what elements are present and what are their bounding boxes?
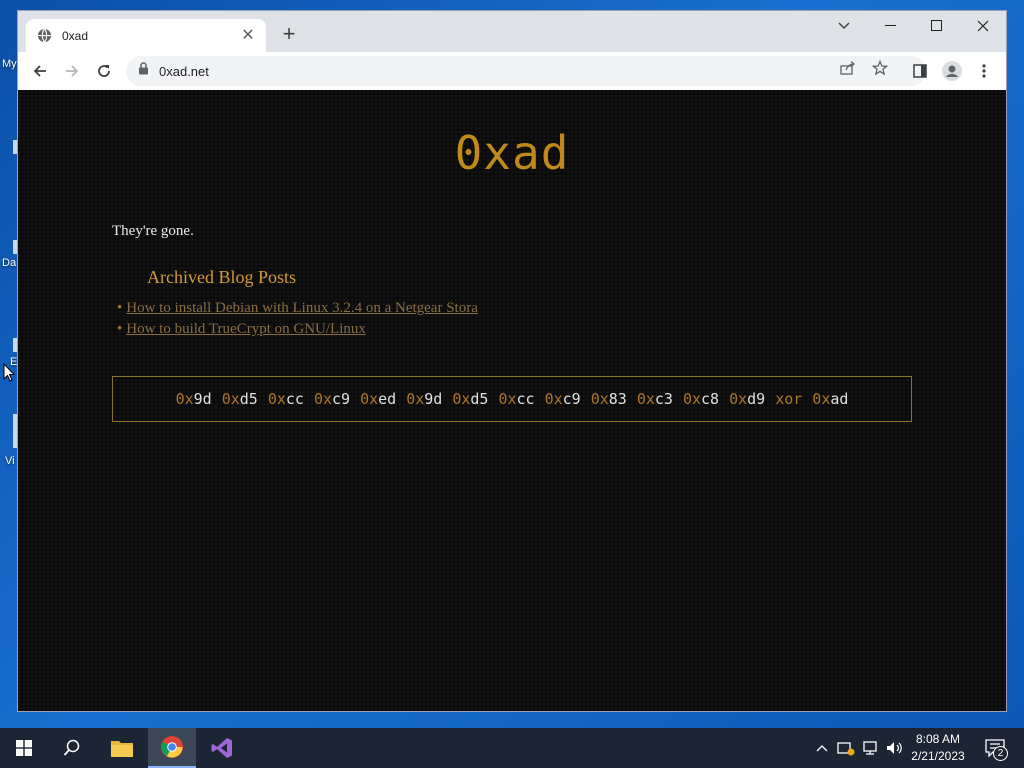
notification-center-button[interactable]: 2 — [980, 728, 1010, 768]
hex-byte: 0xcc — [267, 390, 304, 408]
show-hidden-icons-button[interactable] — [812, 728, 832, 768]
post-link-truecrypt[interactable]: How to build TrueCrypt on GNU/Linux — [126, 321, 366, 337]
reload-button[interactable] — [92, 59, 116, 83]
notification-count-badge: 2 — [993, 746, 1008, 761]
network-tray-button[interactable] — [860, 728, 882, 768]
chrome-button[interactable] — [148, 728, 196, 768]
security-tray-button[interactable] — [835, 728, 857, 768]
maximize-button[interactable] — [914, 11, 960, 41]
chrome-icon — [161, 736, 183, 758]
volume-icon — [887, 742, 902, 754]
start-button[interactable] — [0, 728, 48, 768]
hex-byte: 0xc8 — [682, 390, 720, 408]
search-icon — [63, 739, 80, 756]
folder-icon — [111, 741, 133, 757]
back-button[interactable] — [28, 59, 52, 83]
globe-icon — [36, 28, 52, 44]
intro-text: They're gone. — [112, 223, 194, 239]
bookmark-star-icon[interactable] — [871, 59, 889, 77]
list-item: • How to install Debian with Linux 3.2.4 … — [117, 300, 478, 321]
close-window-button[interactable] — [960, 11, 1006, 41]
desktop-icon-label-da: Da — [2, 257, 17, 269]
clock-date: 2/21/2023 — [911, 749, 965, 763]
hex-byte: 0x83 — [590, 390, 627, 408]
close-tab-icon[interactable]: ✕ — [240, 27, 256, 44]
bullet: • — [117, 300, 123, 316]
hex-byte: 0xed — [360, 390, 397, 408]
xor-operator: xor — [775, 390, 803, 408]
list-item: • How to build TrueCrypt on GNU/Linux — [117, 321, 478, 342]
hex-byte: 0xc9 — [544, 390, 581, 408]
menu-kebab-icon[interactable] — [972, 59, 996, 83]
security-warning-icon — [837, 742, 855, 756]
address-bar[interactable]: 0xad.net — [126, 56, 926, 86]
hex-byte: 0x9d — [175, 390, 212, 408]
archive-heading: Archived Blog Posts — [147, 267, 297, 287]
tab-search-icon[interactable] — [821, 11, 867, 41]
hex-byte: 0xd5 — [452, 390, 489, 408]
chevron-up-icon — [816, 745, 828, 752]
page-viewport: 0xad They're gone. Archived Blog Posts •… — [18, 90, 1006, 711]
windows-logo-icon — [16, 740, 32, 756]
visual-studio-icon — [211, 738, 232, 758]
search-button[interactable] — [48, 728, 96, 768]
hex-byte: 0xd5 — [221, 390, 258, 408]
xor-puzzle-box: 0x9d 0xd5 0xcc 0xc9 0xed 0x9d 0xd5 0xcc … — [112, 376, 912, 422]
visual-studio-button[interactable] — [198, 728, 246, 768]
taskbar-clock[interactable]: 8:08 AM 2/21/2023 — [905, 731, 971, 765]
hex-byte: 0xcc — [498, 390, 535, 408]
xor-key: 0xad — [812, 390, 849, 408]
minimize-button[interactable] — [868, 11, 914, 41]
forward-button[interactable] — [60, 59, 84, 83]
clock-time: 8:08 AM — [915, 732, 961, 746]
tab-title: 0xad — [62, 28, 89, 43]
browser-window: 0xad ✕ + 0xad.net 0xad They're gone. Arc… — [18, 11, 1006, 711]
side-panel-icon[interactable] — [908, 59, 932, 83]
mouse-cursor-icon — [3, 363, 15, 382]
hex-byte: 0x9d — [406, 390, 443, 408]
new-tab-button[interactable]: + — [278, 23, 300, 46]
file-explorer-button[interactable] — [98, 728, 146, 768]
tab-strip: 0xad ✕ + — [18, 11, 1006, 52]
lock-icon[interactable] — [138, 62, 149, 80]
profile-avatar-icon[interactable] — [940, 59, 964, 83]
tab-0xad[interactable]: 0xad ✕ — [26, 19, 266, 52]
taskbar: 8:08 AM 2/21/2023 2 — [0, 728, 1024, 768]
hex-byte: 0xc3 — [636, 390, 673, 408]
desktop-icon-label-vi: Vi — [5, 455, 15, 467]
post-list: • How to install Debian with Linux 3.2.4 … — [117, 300, 478, 342]
url-text: 0xad.net — [159, 63, 209, 79]
desktop-icon-label-my: My — [2, 58, 17, 70]
site-title: 0xad — [454, 126, 570, 180]
post-link-debian-stora[interactable]: How to install Debian with Linux 3.2.4 o… — [126, 300, 478, 316]
hex-byte: 0xc9 — [313, 390, 351, 408]
volume-tray-button[interactable] — [884, 728, 906, 768]
share-icon[interactable] — [839, 59, 857, 77]
bullet: • — [117, 321, 123, 337]
network-icon — [863, 741, 877, 755]
browser-toolbar: 0xad.net — [18, 52, 1006, 90]
hex-byte: 0xd9 — [729, 390, 766, 408]
